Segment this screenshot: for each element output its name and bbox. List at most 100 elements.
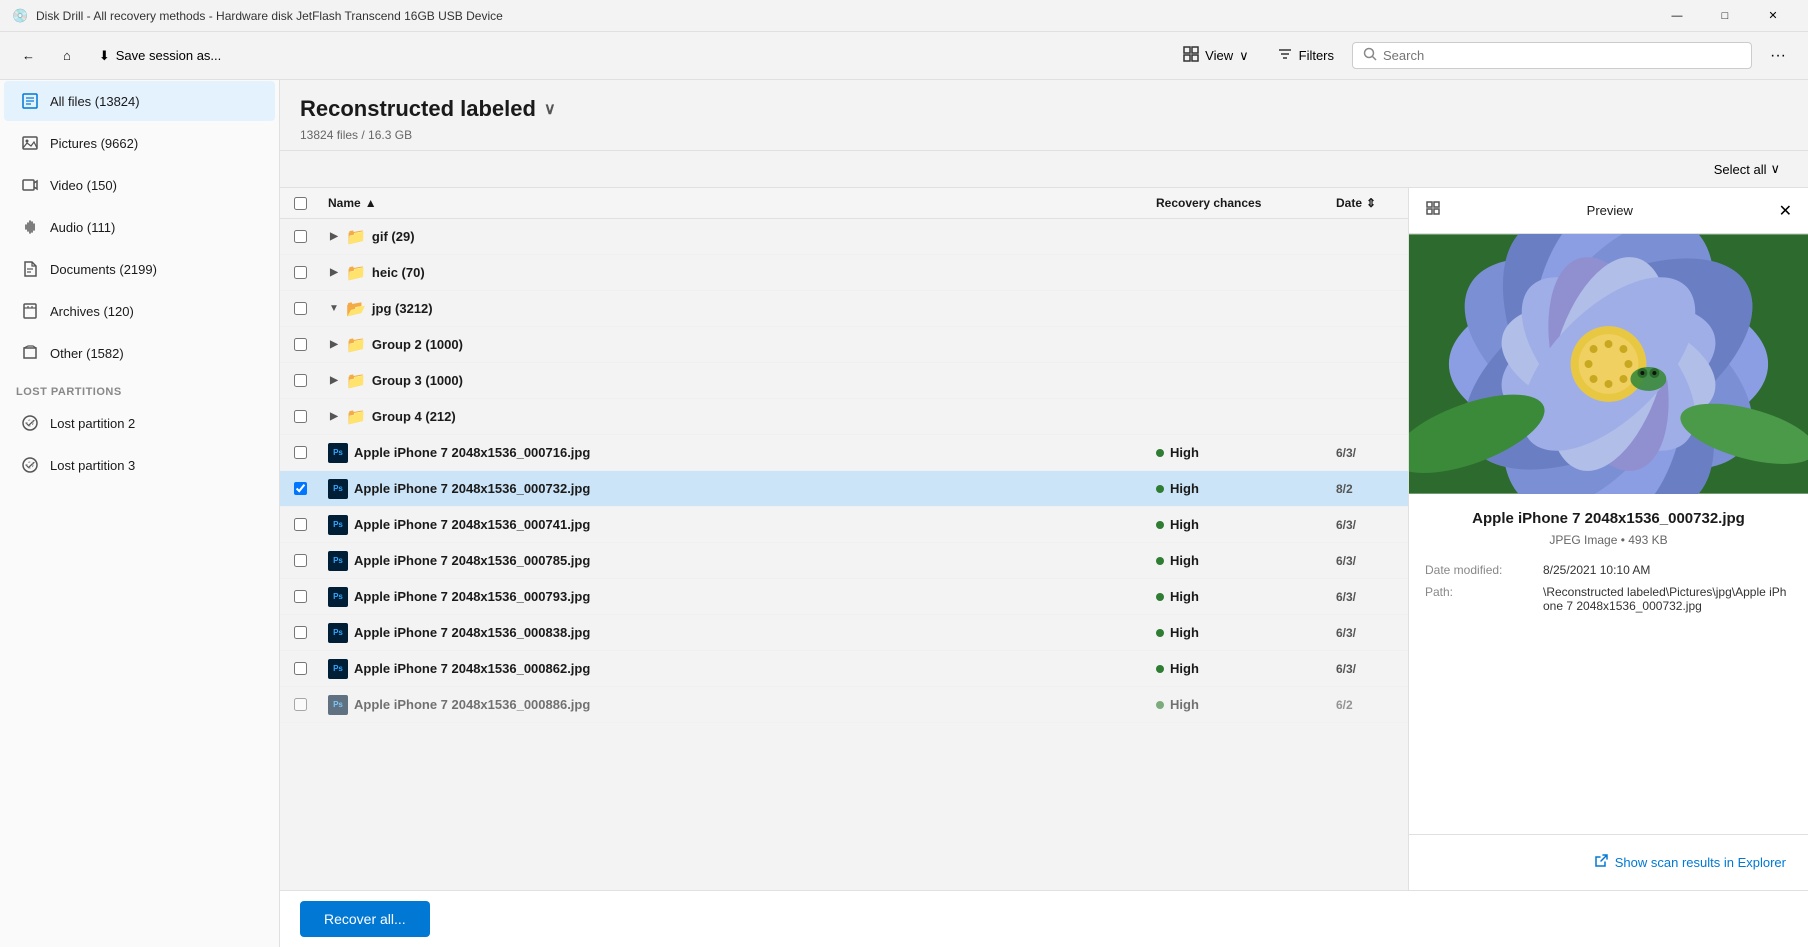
table-row[interactable]: ▶ 📁 Group 2 (1000)	[280, 327, 1408, 363]
export-icon	[1593, 853, 1609, 872]
name-sort-icon: ▲	[365, 196, 377, 210]
archives-icon	[20, 301, 40, 321]
maximize-button[interactable]: □	[1702, 0, 1748, 32]
toolbar: ← ⌂ ⬇ Save session as... View ∨ Filters …	[0, 32, 1808, 80]
preview-path-row: Path: \Reconstructed labeled\Pictures\jp…	[1425, 585, 1792, 613]
row-checkbox[interactable]	[294, 554, 307, 567]
preview-path-label: Path:	[1425, 585, 1535, 613]
row-checkbox[interactable]	[294, 662, 307, 675]
row-date	[1328, 375, 1408, 387]
ps-file-icon: Ps	[328, 479, 348, 499]
recovery-column-header[interactable]: Recovery chances	[1148, 188, 1328, 218]
folder-toggle-icon[interactable]: ▶	[328, 267, 340, 279]
filters-button[interactable]: Filters	[1267, 40, 1344, 71]
recovery-label: High	[1170, 697, 1199, 712]
folder-toggle-icon[interactable]: ▼	[328, 303, 340, 315]
row-name: Apple iPhone 7 2048x1536_000785.jpg	[354, 553, 590, 568]
sidebar-item-audio[interactable]: Audio (111)	[4, 207, 275, 247]
row-date: 8/2	[1328, 476, 1408, 502]
search-input[interactable]	[1383, 48, 1741, 63]
row-checkbox[interactable]	[294, 410, 307, 423]
sidebar-item-archives[interactable]: Archives (120)	[4, 291, 275, 331]
sidebar-item-lost-partition-2[interactable]: Lost partition 2	[4, 403, 275, 443]
table-row[interactable]: ▶ 📁 Group 3 (1000)	[280, 363, 1408, 399]
recovery-dot-icon	[1156, 593, 1164, 601]
row-name: jpg (3212)	[372, 301, 433, 316]
recover-all-button[interactable]: Recover all...	[300, 901, 430, 937]
row-name: Apple iPhone 7 2048x1536_000716.jpg	[354, 445, 590, 460]
table-row[interactable]: Ps Apple iPhone 7 2048x1536_000716.jpg H…	[280, 435, 1408, 471]
table-row[interactable]: Ps Apple iPhone 7 2048x1536_000862.jpg H…	[280, 651, 1408, 687]
search-icon	[1363, 47, 1377, 64]
view-button[interactable]: View ∨	[1173, 40, 1258, 71]
back-button[interactable]: ←	[12, 42, 45, 69]
row-checkbox[interactable]	[294, 518, 307, 531]
table-row[interactable]: Ps Apple iPhone 7 2048x1536_000741.jpg H…	[280, 507, 1408, 543]
lost-partition-3-icon	[20, 455, 40, 475]
sidebar-item-video[interactable]: Video (150)	[4, 165, 275, 205]
preview-expand-button[interactable]	[1421, 196, 1445, 225]
sidebar-item-documents[interactable]: Documents (2199)	[4, 249, 275, 289]
row-checkbox[interactable]	[294, 302, 307, 315]
pictures-label: Pictures (9662)	[50, 136, 259, 151]
row-recovery: High	[1148, 439, 1328, 466]
row-checkbox[interactable]	[294, 266, 307, 279]
close-button[interactable]: ✕	[1750, 0, 1796, 32]
sidebar-item-pictures[interactable]: Pictures (9662)	[4, 123, 275, 163]
sidebar-item-other[interactable]: Other (1582)	[4, 333, 275, 373]
name-column-header[interactable]: Name ▲	[320, 188, 1148, 218]
more-options-button[interactable]: ···	[1760, 41, 1796, 71]
date-column-header[interactable]: Date ⇕	[1328, 188, 1408, 218]
folder-toggle-icon[interactable]: ▶	[328, 339, 340, 351]
view-label: View	[1205, 48, 1233, 63]
lost-partitions-section: Lost partitions	[0, 374, 279, 402]
table-row[interactable]: ▶ 📁 Group 4 (212)	[280, 399, 1408, 435]
row-date	[1328, 231, 1408, 243]
row-checkbox[interactable]	[294, 626, 307, 639]
row-date	[1328, 339, 1408, 351]
minimize-button[interactable]: —	[1654, 0, 1700, 32]
table-row[interactable]: ▶ 📁 gif (29)	[280, 219, 1408, 255]
row-checkbox[interactable]	[294, 338, 307, 351]
row-checkbox[interactable]	[294, 446, 307, 459]
preview-title-label: Preview	[1445, 203, 1775, 218]
row-checkbox[interactable]	[294, 230, 307, 243]
table-row[interactable]: ▶ 📁 heic (70)	[280, 255, 1408, 291]
row-date	[1328, 411, 1408, 423]
row-recovery	[1148, 231, 1328, 243]
select-all-button[interactable]: Select all ∨	[1706, 157, 1788, 181]
folder-toggle-icon[interactable]: ▶	[328, 411, 340, 423]
table-row[interactable]: Ps Apple iPhone 7 2048x1536_000732.jpg H…	[280, 471, 1408, 507]
table-row[interactable]: Ps Apple iPhone 7 2048x1536_000838.jpg H…	[280, 615, 1408, 651]
folder-toggle-icon[interactable]: ▶	[328, 375, 340, 387]
row-checkbox[interactable]	[294, 698, 307, 711]
preview-close-button[interactable]: ✕	[1775, 197, 1796, 225]
row-date: 6/3/	[1328, 584, 1408, 610]
title-dropdown-icon[interactable]: ∨	[544, 99, 556, 119]
row-name: gif (29)	[372, 229, 415, 244]
folder-toggle-icon[interactable]: ▶	[328, 231, 340, 243]
sidebar-item-all-files[interactable]: All files (13824)	[4, 81, 275, 121]
select-all-checkbox[interactable]	[294, 197, 307, 210]
content-title-text: Reconstructed labeled	[300, 96, 536, 122]
documents-label: Documents (2199)	[50, 262, 259, 277]
row-checkbox[interactable]	[294, 482, 307, 495]
table-row[interactable]: Ps Apple iPhone 7 2048x1536_000886.jpg H…	[280, 687, 1408, 723]
window-title: Disk Drill - All recovery methods - Hard…	[36, 9, 1654, 23]
home-button[interactable]: ⌂	[53, 42, 81, 69]
folder-icon: 📁	[346, 335, 366, 355]
row-name: Apple iPhone 7 2048x1536_000732.jpg	[354, 481, 590, 496]
table-row[interactable]: Ps Apple iPhone 7 2048x1536_000785.jpg H…	[280, 543, 1408, 579]
search-box[interactable]	[1352, 42, 1752, 69]
sidebar-item-lost-partition-3[interactable]: Lost partition 3	[4, 445, 275, 485]
save-session-button[interactable]: ⬇ Save session as...	[89, 42, 231, 70]
filters-label: Filters	[1299, 48, 1334, 63]
file-list-main[interactable]: Name ▲ Recovery chances Date ⇕ ▶	[280, 188, 1408, 890]
video-label: Video (150)	[50, 178, 259, 193]
show-scan-results-button[interactable]: Show scan results in Explorer	[1583, 847, 1796, 878]
row-checkbox[interactable]	[294, 374, 307, 387]
row-checkbox[interactable]	[294, 590, 307, 603]
table-row[interactable]: Ps Apple iPhone 7 2048x1536_000793.jpg H…	[280, 579, 1408, 615]
date-col-label: Date	[1336, 196, 1362, 210]
table-row[interactable]: ▼ 📂 jpg (3212)	[280, 291, 1408, 327]
